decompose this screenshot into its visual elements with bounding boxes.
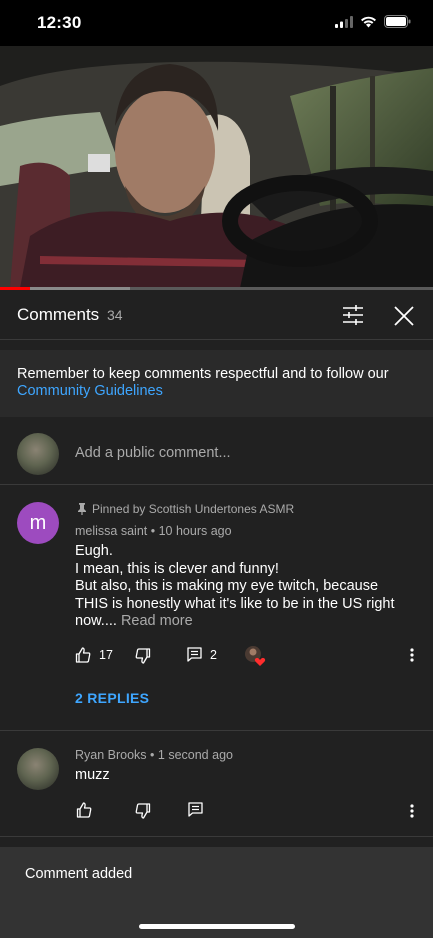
status-time: 12:30 <box>37 13 82 32</box>
guidelines-text: Remember to keep comments respectful and… <box>17 366 389 382</box>
like-button[interactable]: 17 <box>75 647 113 663</box>
reply-count: 2 <box>210 647 217 662</box>
add-comment-row[interactable]: Add a public comment... <box>0 417 433 485</box>
comment-author[interactable]: Ryan Brooks <box>75 748 147 762</box>
comment-item: m Pinned by Scottish Undertones ASMR mel… <box>0 486 433 730</box>
video-frame <box>0 46 433 288</box>
reply-button[interactable] <box>188 802 203 817</box>
comment-meta: Ryan Brooks • 1 second ago <box>75 748 233 762</box>
divider <box>0 836 433 837</box>
community-guidelines-link[interactable]: Community Guidelines <box>17 383 416 400</box>
more-options-icon[interactable] <box>410 804 414 818</box>
user-avatar <box>17 433 59 475</box>
comment-body: Eugh. I mean, this is clever and funny! … <box>75 543 405 631</box>
status-bar: 12:30 <box>0 0 433 46</box>
dislike-button[interactable] <box>135 648 151 664</box>
like-button[interactable] <box>76 802 92 818</box>
battery-icon <box>384 15 411 28</box>
more-options-icon[interactable] <box>410 648 414 662</box>
comments-title: Comments <box>17 305 100 324</box>
pinned-label: Pinned by Scottish Undertones ASMR <box>77 502 294 516</box>
status-icons <box>335 15 411 28</box>
comments-header: Comments 34 <box>0 290 433 340</box>
pinned-text: Pinned by Scottish Undertones ASMR <box>92 502 295 516</box>
reply-button[interactable]: 2 <box>187 647 217 662</box>
comment-author[interactable]: melissa saint <box>75 524 147 538</box>
comment-item: Ryan Brooks • 1 second ago muzz <box>0 731 433 836</box>
comment-meta: melissa saint • 10 hours ago <box>75 524 232 538</box>
like-count: 17 <box>99 648 113 662</box>
view-replies-button[interactable]: 2 REPLIES <box>75 690 149 706</box>
video-player[interactable] <box>0 46 433 288</box>
thumbs-down-icon <box>135 648 151 664</box>
thumbs-down-icon <box>135 803 151 819</box>
reply-icon <box>187 647 202 662</box>
add-comment-input[interactable]: Add a public comment... <box>75 445 231 461</box>
thumbs-up-icon <box>75 647 91 663</box>
creator-heart-icon <box>245 646 266 666</box>
comment-time: 10 hours ago <box>158 524 232 538</box>
snackbar-text: Comment added <box>25 866 133 882</box>
creator-heart-badge <box>244 645 266 667</box>
comment-body: muzz <box>75 767 110 783</box>
read-more-link[interactable]: Read more <box>121 613 193 629</box>
wifi-icon <box>360 16 377 28</box>
close-icon[interactable] <box>392 304 416 328</box>
avatar[interactable]: m <box>17 502 59 544</box>
pin-icon <box>77 503 87 515</box>
signal-icon <box>335 15 353 28</box>
home-indicator[interactable] <box>139 924 295 929</box>
comments-count: 34 <box>107 307 123 323</box>
dislike-button[interactable] <box>135 803 151 819</box>
thumbs-up-icon <box>76 802 92 818</box>
guidelines-banner: Remember to keep comments respectful and… <box>0 350 433 417</box>
comment-time: 1 second ago <box>157 748 233 762</box>
reply-icon <box>188 802 203 817</box>
avatar[interactable] <box>17 748 59 790</box>
sort-filter-icon[interactable] <box>341 304 365 326</box>
